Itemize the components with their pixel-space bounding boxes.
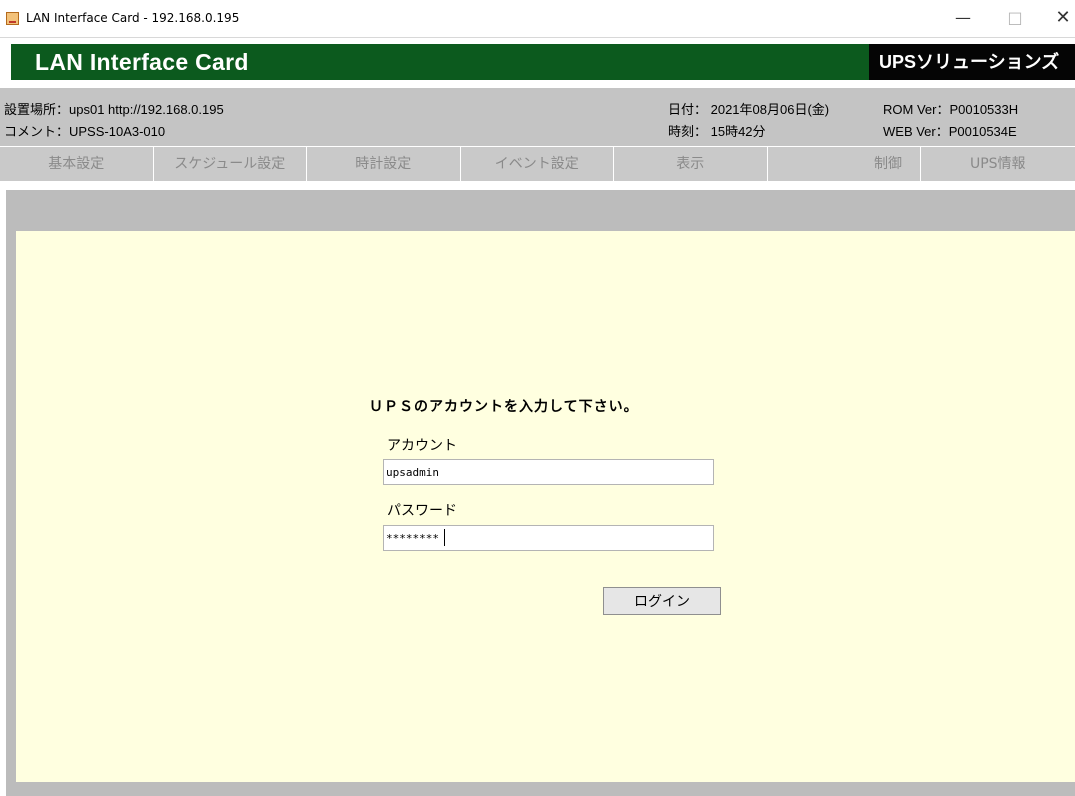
login-prompt: ＵＰＳのアカウントを入力して下さい。: [369, 399, 639, 415]
account-label: アカウント: [387, 438, 457, 454]
date-info: 日付： 2021年08月06日(金): [668, 102, 830, 117]
minimize-button[interactable]: —: [943, 6, 983, 30]
menu-display[interactable]: 表示: [614, 147, 768, 181]
window-titlebar: LAN Interface Card - 192.168.0.195 — □ ✕: [0, 0, 1075, 38]
close-button[interactable]: ✕: [1043, 6, 1075, 30]
header-banner: LAN Interface Card UPSソリューションズ: [11, 44, 1075, 80]
window-title: LAN Interface Card - 192.168.0.195: [26, 11, 240, 25]
menu-clock-settings[interactable]: 時計設定: [307, 147, 461, 181]
spacer: [0, 181, 1075, 190]
login-pane: [16, 231, 1075, 782]
password-input[interactable]: [383, 525, 714, 551]
account-input[interactable]: [383, 459, 714, 485]
menu-basic-settings[interactable]: 基本設定: [0, 147, 154, 181]
java-coffee-icon: [6, 12, 19, 25]
menu-event-settings[interactable]: イベント設定: [461, 147, 614, 181]
brand-title: LAN Interface Card: [35, 49, 249, 75]
maximize-button[interactable]: □: [995, 6, 1035, 30]
menu-schedule-settings[interactable]: スケジュール設定: [154, 147, 307, 181]
comment-info: コメント：UPSS-10A3-010: [4, 124, 166, 139]
menu-ups-info[interactable]: UPS情報: [921, 147, 1075, 181]
main-menu: 基本設定 スケジュール設定 時計設定 イベント設定 表示 制御 UPS情報: [0, 147, 1075, 181]
rom-version: ROM Ver：P0010533H: [883, 102, 1019, 117]
text-caret: [444, 529, 445, 546]
maker-logo: UPSソリューションズ: [869, 44, 1075, 80]
menu-control[interactable]: 制御: [768, 147, 921, 181]
password-label: パスワード: [387, 503, 457, 519]
web-version: WEB Ver：P0010534E: [883, 124, 1017, 139]
device-info-bar: 設置場所：ups01 http://192.168.0.195 コメント：UPS…: [0, 88, 1075, 146]
login-button[interactable]: ログイン: [603, 587, 721, 615]
time-info: 時刻： 15時42分: [668, 124, 766, 139]
location-info: 設置場所：ups01 http://192.168.0.195: [4, 102, 224, 117]
